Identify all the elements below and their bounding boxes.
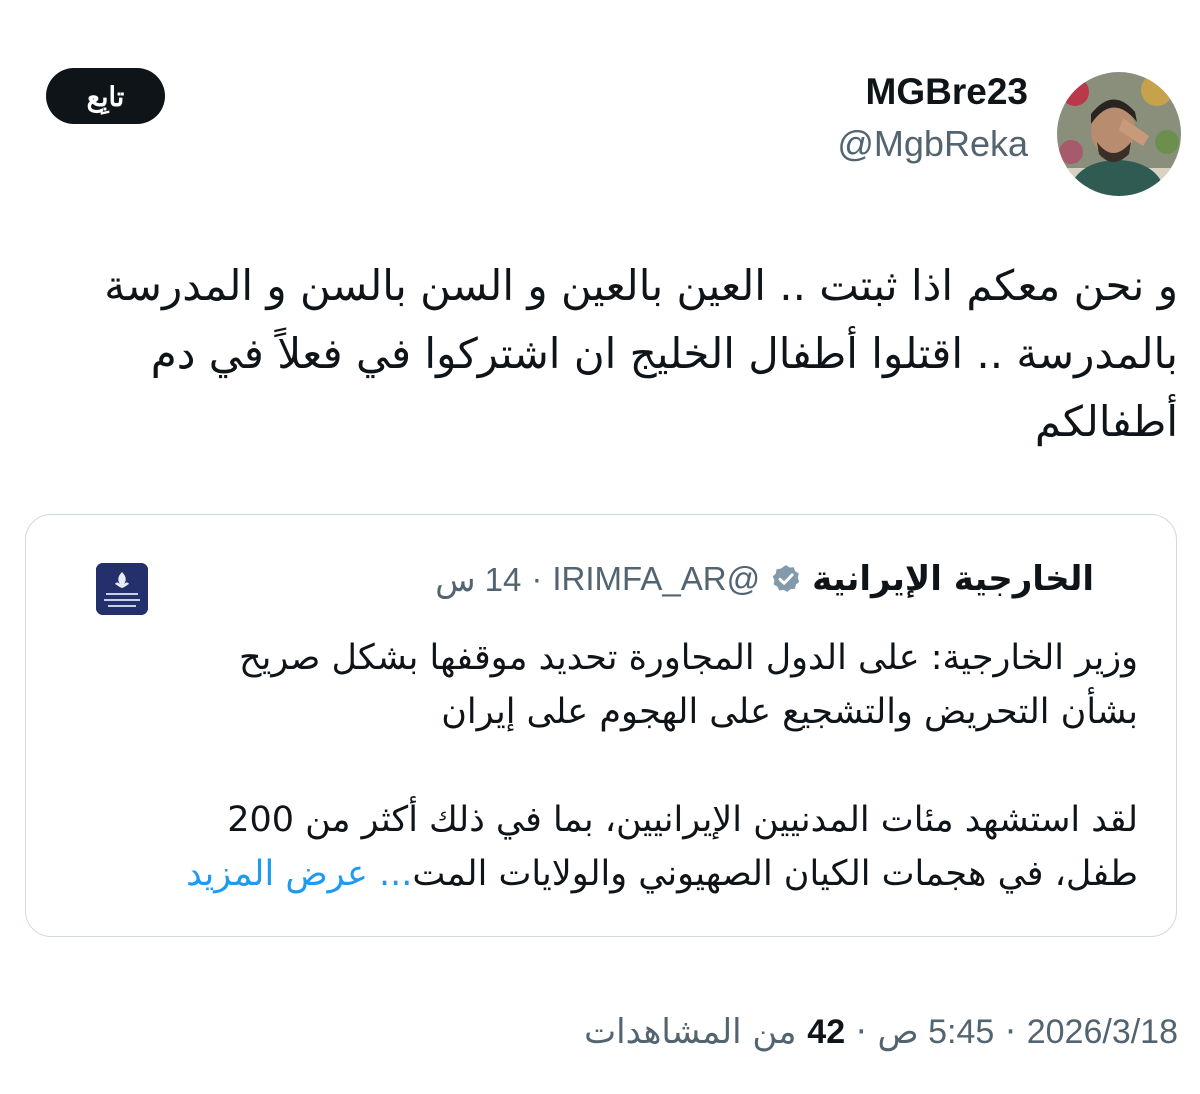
author-handle[interactable]: @MgbReka xyxy=(837,122,1028,166)
tweet-text-line: و نحن معكم اذا ثبتت .. العين بالعين و ال… xyxy=(104,261,1178,310)
tweet-text: و نحن معكم اذا ثبتت .. العين بالعين و ال… xyxy=(18,252,1178,456)
separator-dot: · xyxy=(531,560,543,597)
tweet-meta: 2026/3/18 · 5:45 ص · 42 من المشاهدات xyxy=(584,1010,1178,1054)
quoted-text-line: بشأن التحريض والتشجيع على الهجوم على إير… xyxy=(441,692,1138,732)
show-more-link[interactable]: ... عرض المزيد xyxy=(186,854,412,894)
author-display-name[interactable]: MGBre23 xyxy=(866,70,1028,114)
separator-dot: · xyxy=(855,1012,867,1052)
quoted-tweet-header: الخارجية الإيرانية @IRIMFA_AR · 14 س xyxy=(435,559,1094,599)
quoted-tweet-text: وزير الخارجية: على الدول المجاورة تحديد … xyxy=(58,631,1138,901)
avatar-image xyxy=(1057,72,1181,196)
tweet-date[interactable]: 2026/3/18 xyxy=(1027,1013,1178,1051)
tweet-time[interactable]: 5:45 ص xyxy=(878,1013,995,1051)
views-count[interactable]: 42 xyxy=(807,1013,845,1051)
separator-dot: · xyxy=(1005,1012,1016,1052)
verified-badge-icon xyxy=(770,563,802,595)
ministry-logo-icon xyxy=(96,563,148,615)
quoted-text-last-line: طفل، في هجمات الكيان الصهيوني والولايات … xyxy=(58,847,1138,901)
views-label[interactable]: من المشاهدات xyxy=(584,1012,796,1052)
tweet-text-line: بالمدرسة .. اقتلوا أطفال الخليج ان اشترك… xyxy=(150,329,1178,378)
quoted-author-name[interactable]: الخارجية الإيرانية xyxy=(812,559,1094,599)
tweet-text-line: أطفالكم xyxy=(1034,397,1178,446)
quoted-text-line: لقد استشهد مئات المدنيين الإيرانيين، بما… xyxy=(227,800,1138,840)
quoted-tweet-card[interactable]: الخارجية الإيرانية @IRIMFA_AR · 14 س وزي… xyxy=(25,514,1177,937)
quoted-author-handle[interactable]: @IRIMFA_AR xyxy=(552,560,760,598)
follow-button[interactable]: تابِع xyxy=(46,68,165,124)
quoted-text-line: وزير الخارجية: على الدول المجاورة تحديد … xyxy=(239,638,1138,678)
quoted-tweet-time[interactable]: 14 س xyxy=(435,560,521,599)
quoted-text-line: طفل، في هجمات الكيان الصهيوني والولايات … xyxy=(412,854,1138,894)
author-avatar[interactable] xyxy=(1057,72,1181,196)
